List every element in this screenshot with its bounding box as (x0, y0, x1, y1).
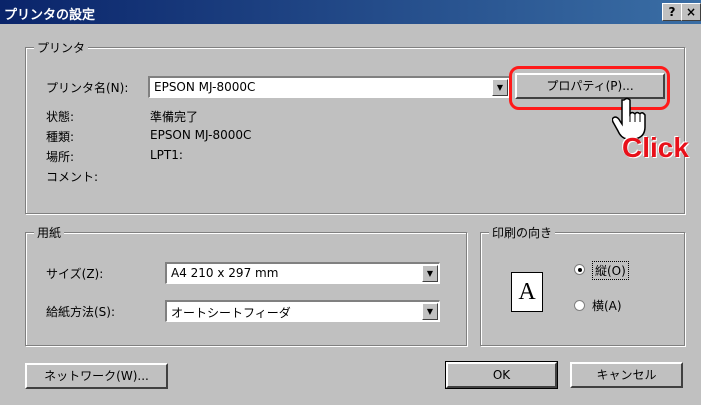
network-button[interactable]: ネットワーク(W)... (25, 363, 168, 389)
portrait-radio[interactable] (574, 264, 585, 275)
status-value: 準備完了 (150, 110, 199, 124)
close-button[interactable]: × (681, 3, 701, 21)
status-label: 状態: (46, 110, 75, 124)
portrait-label[interactable]: 縦(O) (592, 261, 629, 280)
paper-size-label: サイズ(Z): (46, 267, 104, 281)
printer-name-label: プリンタ名(N): (46, 81, 129, 95)
chevron-down-icon[interactable]: ▼ (492, 79, 508, 96)
paper-source-label: 給紙方法(S): (46, 305, 116, 319)
printer-name-value: EPSON MJ-8000C (154, 80, 256, 94)
printer-group-legend: プリンタ (34, 39, 89, 56)
landscape-label[interactable]: 横(A) (592, 297, 622, 314)
paper-size-select[interactable]: A4 210 x 297 mm ▼ (165, 262, 440, 284)
orientation-group-legend: 印刷の向き (489, 224, 556, 241)
help-button[interactable]: ? (662, 3, 682, 21)
comment-label: コメント: (46, 170, 99, 184)
paper-size-value: A4 210 x 297 mm (171, 266, 279, 280)
printer-name-select[interactable]: EPSON MJ-8000C ▼ (148, 76, 510, 98)
click-annotation: Click (622, 132, 689, 163)
printer-setup-dialog: プリンタの設定 ? × プリンタ プリンタ名(N): EPSON MJ-8000… (0, 0, 701, 405)
ok-button[interactable]: OK (445, 361, 558, 389)
chevron-down-icon[interactable]: ▼ (422, 303, 438, 320)
dialog-title: プリンタの設定 (4, 8, 96, 23)
title-bar: プリンタの設定 ? × (0, 0, 701, 24)
paper-source-value: オートシートフィーダ (171, 306, 291, 320)
where-label: 場所: (46, 150, 75, 164)
type-label: 種類: (46, 130, 75, 144)
landscape-radio[interactable] (574, 300, 585, 311)
chevron-down-icon[interactable]: ▼ (422, 265, 438, 282)
paper-source-select[interactable]: オートシートフィーダ ▼ (165, 300, 440, 322)
where-value: LPT1: (150, 148, 183, 162)
orientation-preview-icon: A (511, 272, 543, 312)
paper-group: 用紙 (25, 224, 467, 346)
paper-group-legend: 用紙 (34, 224, 65, 241)
type-value: EPSON MJ-8000C (150, 128, 252, 142)
cancel-button[interactable]: キャンセル (570, 362, 683, 388)
